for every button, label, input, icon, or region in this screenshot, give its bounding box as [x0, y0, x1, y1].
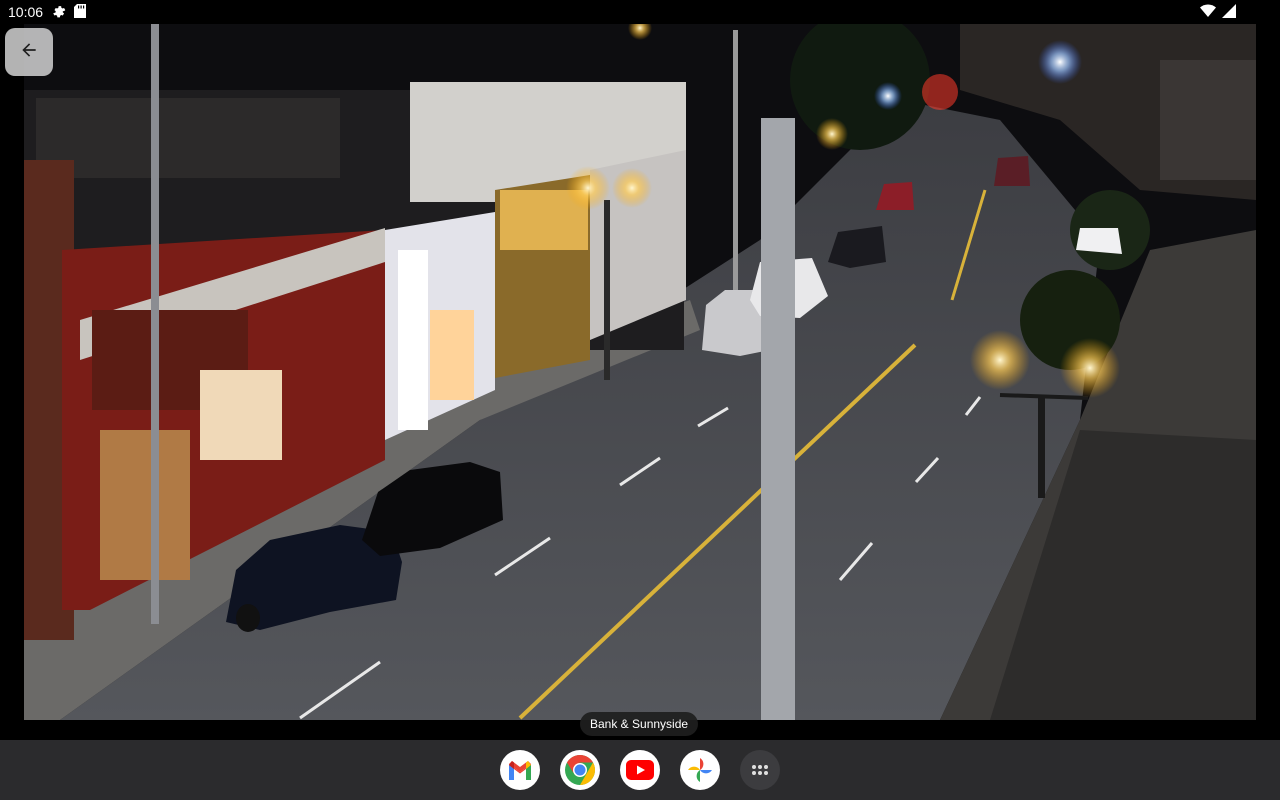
taskbar — [0, 740, 1280, 800]
parked-car — [1076, 228, 1122, 254]
status-right — [1200, 4, 1236, 21]
chrome-icon[interactable] — [560, 750, 600, 790]
app-grid-icon[interactable] — [740, 750, 780, 790]
camera-scene — [24, 24, 1256, 720]
photos-icon[interactable] — [680, 750, 720, 790]
clock: 10:06 — [8, 4, 44, 20]
light-pole — [151, 24, 159, 624]
traffic-camera-view — [24, 24, 1256, 720]
moving-car — [994, 156, 1030, 186]
status-left: 10:06 — [8, 3, 87, 21]
youtube-icon[interactable] — [620, 750, 660, 790]
battery-icon — [1222, 4, 1236, 21]
gear-icon — [51, 3, 66, 21]
arrow-left-icon — [19, 40, 39, 65]
app-dock — [500, 750, 780, 790]
sd-card-icon — [74, 3, 87, 21]
utility-pole — [761, 118, 795, 720]
status-bar: 10:06 — [0, 0, 1280, 24]
camera-location-label: Bank & Sunnyside — [580, 712, 699, 736]
back-button[interactable] — [5, 28, 53, 76]
gmail-icon[interactable] — [500, 750, 540, 790]
wifi-icon — [1200, 4, 1216, 21]
